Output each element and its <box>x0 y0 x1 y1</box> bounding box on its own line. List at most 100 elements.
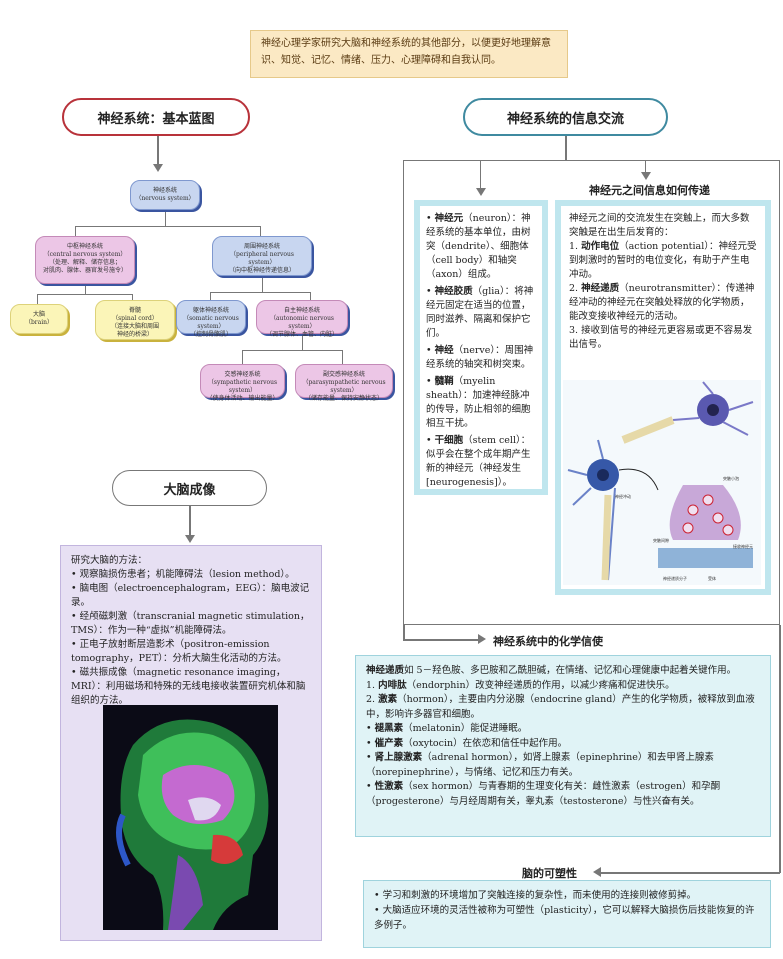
list-item-text: 大脑适应环境的灵活性被称为可塑性（plasticity），它可以解释大脑损伤后技… <box>374 905 755 931</box>
definition: 如 5－羟色胺、多巴胺和乙酰胆碱，在情绪、记忆和心理健康中起着关键作用。 <box>404 665 737 676</box>
list-item: • 神经（nerve）：周围神经系统的轴突和树突束。 <box>426 345 534 370</box>
node-desc: （处理、解释、储存信息； <box>48 259 121 266</box>
arrow-icon <box>641 172 651 180</box>
node-title: 交感神经系统 <box>224 371 261 378</box>
node-sub: （nervous system） <box>135 195 195 202</box>
connector <box>262 278 263 292</box>
transmission-intro: 神经元之间的交流发生在突触上，而大多数突触是在出生后发育的： <box>569 213 750 238</box>
list-item: • 神经胶质（glia）：将神经元固定在适当的位置，同时滋养、隔离和保护它们。 <box>426 286 534 339</box>
definition: （hormon），主要由内分泌腺（endocrine gland）产生的化学物质… <box>366 694 755 720</box>
list-item: 2. 神经递质（neurotransmitter）：传递神经冲动的神经元在突触处… <box>569 282 757 324</box>
item-mark: • <box>366 737 372 749</box>
connector <box>302 336 303 350</box>
diagram-label: 突触间隙 <box>653 537 669 543</box>
connector <box>403 625 405 639</box>
node-sub: （somatic nervous system） <box>183 315 239 330</box>
definition: （melatonin）能促进睡眠。 <box>403 723 528 734</box>
node-desc: （储存能量、保持安静状态） <box>304 395 383 402</box>
node-desc: 对肌肉、腺体、器官发号施令） <box>42 267 127 274</box>
chemical-lead: 神经递质如 5－羟色胺、多巴胺和乙酰胆碱，在情绪、记忆和心理健康中起着关键作用。 <box>366 664 760 679</box>
node-title: 自主神经系统 <box>283 307 320 314</box>
arrow-icon <box>153 164 163 172</box>
imaging-intro: 研究大脑的方法： <box>71 555 148 566</box>
list-item: • 肾上腺激素（adrenal hormon），如肾上腺素（epinephrin… <box>366 751 760 780</box>
node-sub: （peripheral nervous system） <box>230 251 294 266</box>
connector <box>480 160 481 188</box>
connector <box>85 286 86 294</box>
list-item: • 正电子放射断层造影术（positron-emission tomograph… <box>71 639 287 664</box>
arrow-icon <box>185 535 195 543</box>
step-number: 1. <box>569 241 579 252</box>
diagram-label: 受体 <box>708 575 716 581</box>
term: 性激素 <box>374 781 404 792</box>
connector <box>75 226 76 236</box>
node-sub: （sympathetic nervous system） <box>207 379 278 394</box>
node-sub: （spinal cord） <box>112 315 158 322</box>
node-parasympathetic: 副交感神经系统 （parasympathetic nervous system）（… <box>295 364 393 402</box>
arrow-icon <box>593 867 601 877</box>
list-item: • 褪黑素（melatonin）能促进睡眠。 <box>366 722 760 737</box>
definition: （oxytocin）在依恋和信任中起作用。 <box>403 737 568 749</box>
node-title: 中枢神经系统 <box>66 243 103 250</box>
node-pns: 周围神经系统 （peripheral nervous system） （向中枢神经传… <box>212 236 312 276</box>
imaging-heading-text: 大脑成像 <box>163 482 216 498</box>
list-item-text: 脑电图（electroencephalogram，EEG）：脑电波记录。 <box>71 583 310 608</box>
list-item-text: 正电子放射断层造影术（positron-emission tomography，… <box>71 639 287 664</box>
connector <box>242 350 243 364</box>
list-item: • 经颅磁刺激（transcranial magnetic stimulatio… <box>71 611 310 636</box>
node-somatic: 躯体神经系统 （somatic nervous system） （控制骨骼肌） <box>176 300 246 338</box>
connector <box>189 506 191 536</box>
term: 神经 <box>434 345 454 356</box>
node-desc: （向中枢神经传递信息） <box>228 267 295 274</box>
list-item: • 催产素（oxytocin）在依恋和信任中起作用。 <box>366 737 760 752</box>
intro-text: 神经心理学家研究大脑和神经系统的其他部分，以便更好地理解意识、知觉、记忆、情绪、… <box>261 38 551 66</box>
arrow-icon <box>478 634 486 644</box>
node-sub: （autonomic nervous system） <box>269 315 335 330</box>
connector <box>242 350 342 351</box>
chemical-heading: 神经系统中的化学信使 <box>493 635 603 648</box>
blueprint-heading: 神经系统：基本蓝图 <box>62 98 250 136</box>
arrow-icon <box>476 188 486 196</box>
connector <box>37 294 38 304</box>
term: 神经递质 <box>581 283 620 294</box>
connector <box>779 625 781 873</box>
term: 催产素 <box>374 737 404 749</box>
term: 内啡肽 <box>378 679 407 691</box>
item-mark: • <box>366 752 372 763</box>
term: 神经递质 <box>366 665 405 676</box>
term: 激素 <box>378 694 398 705</box>
synapse-diagram: 神经冲动 突触小泡 神经递质分子 受体 接收神经元 突触间隙 <box>563 380 761 585</box>
connector <box>342 350 343 364</box>
plasticity-box: • 学习和刺激的环境增加了突触连接的复杂性，而未使用的连接则被修剪掉。 • 大脑… <box>363 880 771 948</box>
connector <box>600 872 780 874</box>
node-sympathetic: 交感神经系统 （sympathetic nervous system） （使身体活动… <box>200 364 285 402</box>
connector <box>260 226 261 236</box>
mri-image <box>103 705 278 930</box>
connector <box>37 294 132 295</box>
diagram-label: 突触小泡 <box>723 475 739 481</box>
list-item: • 神经元（neuron）：神经系统的基本单位，由树突（dendrite）、细胞… <box>426 213 531 280</box>
diagram-label: 接收神经元 <box>733 543 753 549</box>
step-number: 2. <box>569 283 579 294</box>
node-title: 神经系统 <box>152 187 177 194</box>
list-item-text: 经颅磁刺激（transcranial magnetic stimulation，… <box>71 611 310 636</box>
list-item: 1. 内啡肽（endorphin）改变神经递质的作用，以减少疼痛和促进快乐。 <box>366 679 760 694</box>
list-item: • 大脑适应环境的灵活性被称为可塑性（plasticity），它可以解释大脑损伤… <box>374 905 755 931</box>
list-item: 2. 激素（hormon），主要由内分泌腺（endocrine gland）产生… <box>366 693 760 722</box>
connector <box>310 292 311 300</box>
node-cns: 中枢神经系统 （central nervous system） （处理、解释、储存信… <box>35 236 135 284</box>
list-item: • 观察脑损伤患者；机能障碍法（lesion method）。 <box>71 569 295 580</box>
definition: （endorphin）改变神经递质的作用，以减少疼痛和促进快乐。 <box>406 679 675 691</box>
item-mark: • <box>366 781 372 792</box>
list-item: • 脑电图（electroencephalogram，EEG）：脑电波记录。 <box>71 583 310 608</box>
list-item-text: 学习和刺激的环境增加了突触连接的复杂性，而未使用的连接则被修剪掉。 <box>382 890 697 901</box>
connector <box>165 212 166 226</box>
node-spinal-cord: 脊髓 （spinal cord） （连接大脑和周围 神经的桥梁） <box>95 300 175 340</box>
list-item-text: 磁共振成像（magnetic resonance imaging，MRI）：利用… <box>71 667 306 706</box>
node-title: 副交感神经系统 <box>322 371 365 378</box>
node-sub: （central nervous system） <box>43 251 127 258</box>
list-item: • 性激素（sex hormon）与青春期的生理变化有关：雌性激素（estrog… <box>366 780 760 809</box>
step-number: 3. <box>569 325 579 336</box>
node-desc: （控制骨骼肌） <box>189 331 232 338</box>
node-nervous-system: 神经系统 （nervous system） <box>130 180 200 210</box>
